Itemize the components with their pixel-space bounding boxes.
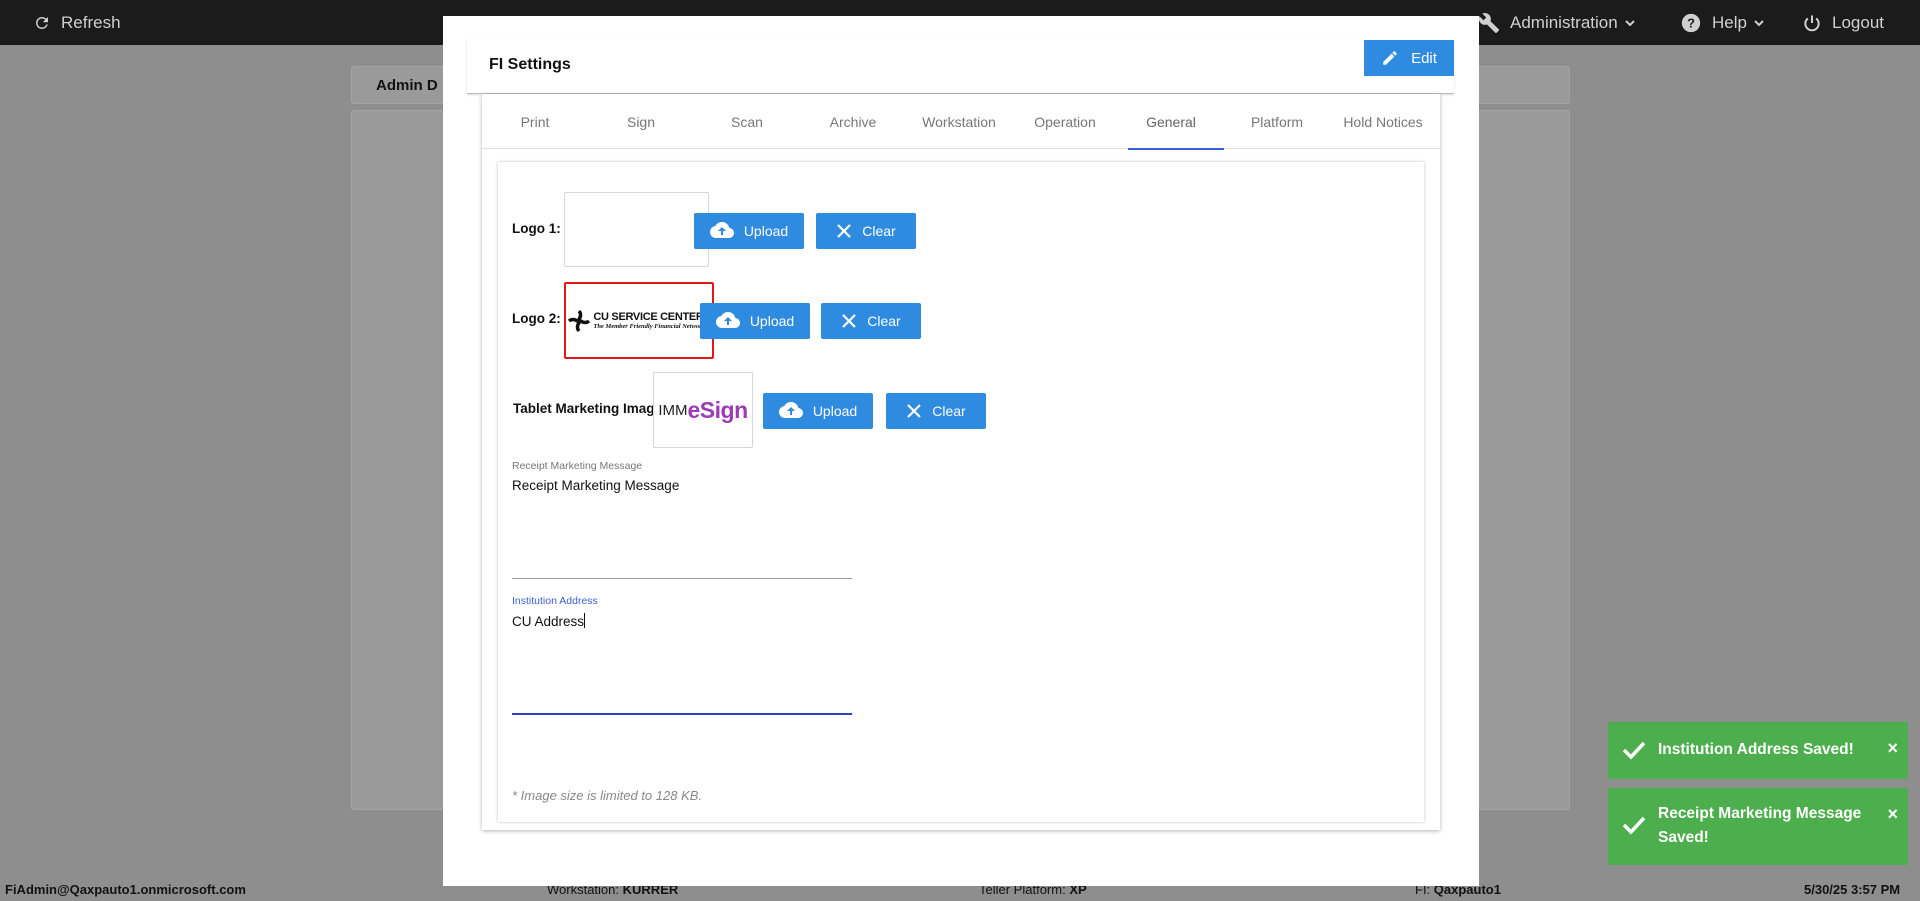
toast-close-button[interactable]: ×: [1887, 804, 1898, 825]
logo1-preview: [564, 192, 709, 267]
wrench-icon: [1478, 12, 1500, 33]
cloud-upload-icon: [715, 312, 740, 328]
toast-receipt-message-saved: Receipt Marketing Message Saved! ×: [1608, 788, 1908, 865]
logo2-upload-label: Upload: [749, 313, 795, 329]
tab-scan[interactable]: Scan: [694, 94, 800, 149]
toast-close-button[interactable]: ×: [1887, 738, 1898, 759]
logo2-tagline: The Member Friendly Financial Network: [593, 323, 705, 330]
tablet-upload-button[interactable]: Upload: [763, 393, 873, 429]
logo1-clear-label: Clear: [862, 223, 896, 239]
toast-institution-address-saved: Institution Address Saved! ×: [1608, 722, 1908, 779]
logo2-label: Logo 2:: [512, 311, 561, 326]
settings-card: Print Sign Scan Archive Workstation Oper…: [482, 94, 1440, 830]
refresh-label: Refresh: [61, 12, 121, 32]
chevron-down-icon: [1625, 19, 1635, 26]
logo1-upload-label: Upload: [743, 223, 789, 239]
check-icon: [1622, 741, 1646, 760]
help-label: Help: [1712, 12, 1747, 32]
svg-text:?: ?: [1687, 15, 1695, 30]
tablet-clear-label: Clear: [932, 403, 966, 419]
cu-service-centers-logo: CU SERVICE CENTERS The Member Friendly F…: [567, 309, 711, 333]
swirl-logo-icon: [568, 309, 591, 332]
institution-address-underline: [512, 713, 852, 715]
tab-sign[interactable]: Sign: [588, 94, 694, 149]
background-tab-label: Admin D: [376, 77, 438, 94]
settings-tabs: Print Sign Scan Archive Workstation Oper…: [482, 94, 1440, 150]
cloud-upload-icon: [778, 402, 803, 418]
logo2-text: CU SERVICE CENTERS: [593, 311, 711, 323]
administration-menu[interactable]: Administration: [1478, 0, 1636, 45]
close-icon: [907, 404, 922, 418]
help-icon: ?: [1681, 13, 1701, 32]
imm-logo-text: IMM: [658, 401, 688, 419]
receipt-message-underline: [512, 578, 852, 579]
status-datetime: 5/30/25 3:57 PM: [1804, 882, 1901, 897]
modal-title: FI Settings: [489, 56, 571, 73]
refresh-button[interactable]: Refresh: [33, 0, 121, 45]
tab-platform[interactable]: Platform: [1224, 94, 1330, 149]
logo1-clear-button[interactable]: Clear: [816, 213, 916, 249]
institution-address-textarea[interactable]: CU Address: [512, 613, 852, 703]
logo2-preview[interactable]: CU SERVICE CENTERS The Member Friendly F…: [564, 282, 714, 359]
logout-label: Logout: [1832, 12, 1884, 32]
fi-settings-modal: FI Settings Edit Print Sign Scan Archive…: [443, 16, 1479, 886]
refresh-icon: [35, 16, 48, 29]
receipt-message-value: Receipt Marketing Message: [512, 478, 680, 493]
logo1-label: Logo 1:: [512, 221, 561, 236]
tab-workstation[interactable]: Workstation: [906, 94, 1012, 149]
tab-operation[interactable]: Operation: [1012, 94, 1118, 149]
pencil-icon: [1383, 51, 1397, 65]
close-icon: [837, 224, 852, 238]
cloud-upload-icon: [709, 222, 734, 238]
general-panel: Logo 1: Upload Clear Logo 2: CU SERVICE …: [498, 162, 1424, 822]
toast-message: Institution Address Saved!: [1658, 741, 1854, 758]
text-caret: [584, 613, 586, 628]
logo1-upload-button[interactable]: Upload: [694, 213, 804, 249]
logo2-clear-button[interactable]: Clear: [821, 303, 921, 339]
receipt-message-textarea[interactable]: Receipt Marketing Message: [512, 478, 852, 568]
help-menu[interactable]: ? Help: [1680, 0, 1765, 45]
receipt-message-label: Receipt Marketing Message: [512, 460, 643, 472]
close-icon: [842, 314, 857, 328]
modal-header: FI Settings Edit: [467, 40, 1454, 94]
tab-hold-notices[interactable]: Hold Notices: [1330, 94, 1436, 149]
logo2-clear-label: Clear: [867, 313, 901, 329]
administration-label: Administration: [1510, 12, 1618, 32]
tab-print[interactable]: Print: [482, 94, 588, 149]
tab-general[interactable]: General: [1118, 94, 1224, 150]
edit-button[interactable]: Edit: [1364, 40, 1454, 76]
logout-button[interactable]: Logout: [1802, 0, 1884, 45]
institution-address-value: CU Address: [512, 614, 585, 629]
tablet-clear-button[interactable]: Clear: [886, 393, 986, 429]
institution-address-label: Institution Address: [512, 595, 598, 607]
edit-label: Edit: [1411, 49, 1437, 67]
tablet-image-preview: IMM eSign: [653, 372, 753, 448]
status-user: FiAdmin@Qaxpauto1.onmicrosoft.com: [5, 882, 246, 897]
check-icon: [1622, 816, 1646, 835]
power-icon: [1804, 15, 1820, 31]
tablet-upload-label: Upload: [812, 403, 858, 419]
chevron-down-icon: [1754, 19, 1764, 26]
tab-archive[interactable]: Archive: [800, 94, 906, 149]
logo2-upload-button[interactable]: Upload: [700, 303, 810, 339]
toast-message: Receipt Marketing Message Saved!: [1658, 805, 1862, 846]
tablet-image-label: Tablet Marketing Image:: [513, 401, 667, 416]
esign-logo-text: eSign: [687, 396, 749, 423]
image-size-note: * Image size is limited to 128 KB.: [512, 788, 703, 803]
